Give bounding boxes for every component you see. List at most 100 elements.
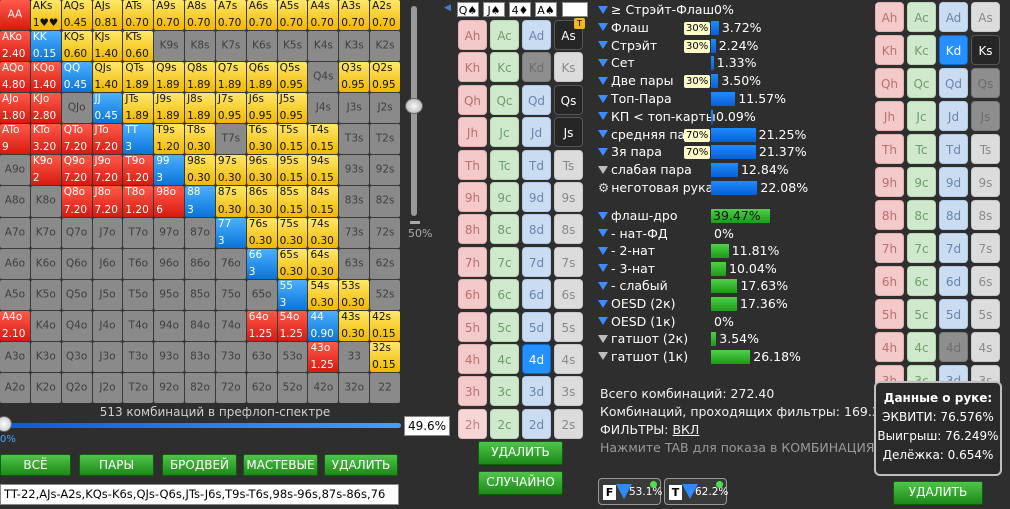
filter-funnel-icon[interactable]: [598, 147, 608, 156]
range-cell-92o[interactable]: 92o: [154, 372, 185, 403]
range-cell-j8o[interactable]: J8o 7.20: [92, 186, 123, 217]
range-cell-86s[interactable]: 86s 0.30: [246, 186, 277, 217]
range-cell-aks[interactable]: AKs 1♥♥: [30, 0, 61, 31]
card-2h[interactable]: 2h: [458, 408, 487, 439]
range-cell-q5s[interactable]: Q5s 0.95: [277, 62, 308, 93]
range-cell-j4o[interactable]: J4o: [92, 310, 123, 341]
hand-card-ts[interactable]: Ts: [971, 134, 1000, 164]
made-hand-row[interactable]: Флаш: [598, 20, 649, 36]
range-cell-98s[interactable]: 98s 0.30: [185, 155, 215, 186]
range-cell-64s[interactable]: 64s 0.30: [308, 248, 339, 279]
made-hand-row[interactable]: Стрэйт: [598, 38, 657, 54]
card-5h[interactable]: 5h: [458, 311, 487, 342]
hand-card-7d[interactable]: 7d: [939, 233, 968, 263]
range-cell-55[interactable]: 55 3: [277, 279, 308, 310]
range-cell-43s[interactable]: 43s 0.30: [339, 310, 370, 341]
range-cell-a8s[interactable]: A8s 0.70: [185, 0, 215, 31]
range-cell-87o[interactable]: 87o: [185, 217, 215, 248]
range-cell-72o[interactable]: 72o: [215, 372, 246, 403]
range-cell-t7s[interactable]: T7s: [215, 124, 246, 155]
weight-badge[interactable]: 30%: [684, 21, 711, 35]
range-cell-86o[interactable]: 86o: [185, 248, 215, 279]
range-cell-kto[interactable]: KTo 3.20: [30, 124, 61, 155]
range-cell-k7o[interactable]: K7o: [30, 217, 61, 248]
hand-card-kd[interactable]: Kd: [939, 35, 968, 65]
range-cell-qto[interactable]: QTo 7.20: [61, 124, 92, 155]
card-7h[interactable]: 7h: [458, 246, 487, 277]
hand-card-qc[interactable]: Qc: [907, 68, 936, 98]
range-cell-93o[interactable]: 93o: [154, 341, 185, 372]
range-cell-a4o[interactable]: A4o 2.10: [0, 310, 30, 341]
range-cell-aqs[interactable]: AQs 0.45: [61, 0, 92, 31]
range-cell-63o[interactable]: 63o: [246, 341, 277, 372]
range-cell-j9o[interactable]: J9o 7.20: [92, 155, 123, 186]
card-ah[interactable]: Ah: [458, 20, 487, 50]
range-cell-ato[interactable]: ATo 9: [0, 124, 30, 155]
card-5d[interactable]: 5d: [522, 311, 551, 342]
draw-row[interactable]: гатшот (2к): [598, 331, 688, 347]
range-cell-75s[interactable]: 75s 0.30: [277, 217, 308, 248]
hand-card-7c[interactable]: 7c: [907, 233, 936, 263]
hand-card-js[interactable]: Js: [971, 101, 1000, 131]
range-cell-k6o[interactable]: K6o: [30, 248, 61, 279]
range-cell-82o[interactable]: 82o: [185, 372, 215, 403]
hand-card-th[interactable]: Th: [875, 134, 904, 164]
range-cell-83o[interactable]: 83o: [185, 341, 215, 372]
hand-card-kc[interactable]: Kc: [907, 35, 936, 65]
range-cell-74o[interactable]: 74o: [215, 310, 246, 341]
card-5c[interactable]: 5c: [490, 311, 519, 342]
range-cell-kqs[interactable]: KQs 0.60: [61, 31, 92, 62]
range-cell-t3s[interactable]: T3s: [339, 124, 370, 155]
card-6c[interactable]: 6c: [490, 279, 519, 310]
card-qh[interactable]: Qh: [458, 84, 487, 115]
range-cell-t4s[interactable]: T4s 0.15: [308, 124, 339, 155]
range-cell-32s[interactable]: 32s 0.15: [370, 341, 400, 372]
hand-card-5c[interactable]: 5c: [907, 299, 936, 329]
hand-card-7s[interactable]: 7s: [971, 233, 1000, 263]
range-cell-q2o[interactable]: Q2o: [61, 372, 92, 403]
range-cell-jts[interactable]: JTs 1.89: [123, 93, 154, 124]
card-kc[interactable]: Kc: [490, 52, 519, 83]
card-3c[interactable]: 3c: [490, 376, 519, 407]
card-7d[interactable]: 7d: [522, 246, 551, 277]
filter-funnel-icon[interactable]: [598, 5, 608, 14]
range-cell-kqo[interactable]: KQo 1.40: [30, 62, 61, 93]
range-cell-a9o[interactable]: A9o: [0, 155, 30, 186]
range-cell-jto[interactable]: JTo 7.20: [92, 124, 123, 155]
made-hand-row[interactable]: Две пары: [598, 73, 673, 89]
hand-card-6c[interactable]: 6c: [907, 266, 936, 296]
hand-card-as[interactable]: As: [971, 2, 1000, 32]
range-cell-ajo[interactable]: AJo 1.80: [0, 93, 30, 124]
card-9c[interactable]: 9c: [490, 182, 519, 212]
card-2s[interactable]: 2s: [554, 408, 583, 439]
range-cell-q4o[interactable]: Q4o: [61, 310, 92, 341]
gear-icon[interactable]: ⚙: [598, 180, 609, 195]
card-qd[interactable]: Qd: [522, 84, 551, 115]
range-cell-tt[interactable]: TT 3: [123, 124, 154, 155]
range-cell-74s[interactable]: 74s 0.30: [308, 217, 339, 248]
range-percent-input[interactable]: 49.6%: [404, 416, 450, 436]
range-cell-94s[interactable]: 94s 0.15: [308, 155, 339, 186]
range-cell-q9o[interactable]: Q9o 7.20: [61, 155, 92, 186]
hand-card-8s[interactable]: 8s: [971, 200, 1000, 230]
range-cell-k7s[interactable]: K7s: [215, 31, 246, 62]
card-8h[interactable]: 8h: [458, 214, 487, 245]
range-cell-q6o[interactable]: Q6o: [61, 248, 92, 279]
card-7s[interactable]: 7s: [554, 246, 583, 277]
hand-card-ah[interactable]: Ah: [875, 2, 904, 32]
filter-funnel-icon[interactable]: [598, 211, 608, 220]
filter-funnel-icon[interactable]: [598, 281, 608, 290]
range-cell-85o[interactable]: 85o: [185, 279, 215, 310]
card-9d[interactable]: 9d: [522, 182, 551, 212]
filter-funnel-icon[interactable]: [598, 246, 608, 255]
clear-cards-button[interactable]: УДАЛИТЬ: [478, 441, 563, 465]
range-cell-aa[interactable]: AA: [0, 0, 30, 31]
range-cell-65o[interactable]: 65o: [246, 279, 277, 310]
range-cell-a7o[interactable]: A7o: [0, 217, 30, 248]
range-text-input[interactable]: TT-22,AJs-A2s,KQs-K6s,QJs-Q6s,JTs-J6s,T9…: [0, 484, 399, 505]
range-grid[interactable]: AA AKs 1♥♥ AQs 0.45 AJs 0.81 ATs 0.70 A9s 0.70 A8s 0…: [0, 0, 400, 403]
card-3d[interactable]: 3d: [522, 376, 551, 407]
range-percent-slider-knob[interactable]: [0, 416, 12, 432]
range-cell-j3s[interactable]: J3s: [339, 93, 370, 124]
range-cell-87s[interactable]: 87s 0.30: [215, 186, 246, 217]
